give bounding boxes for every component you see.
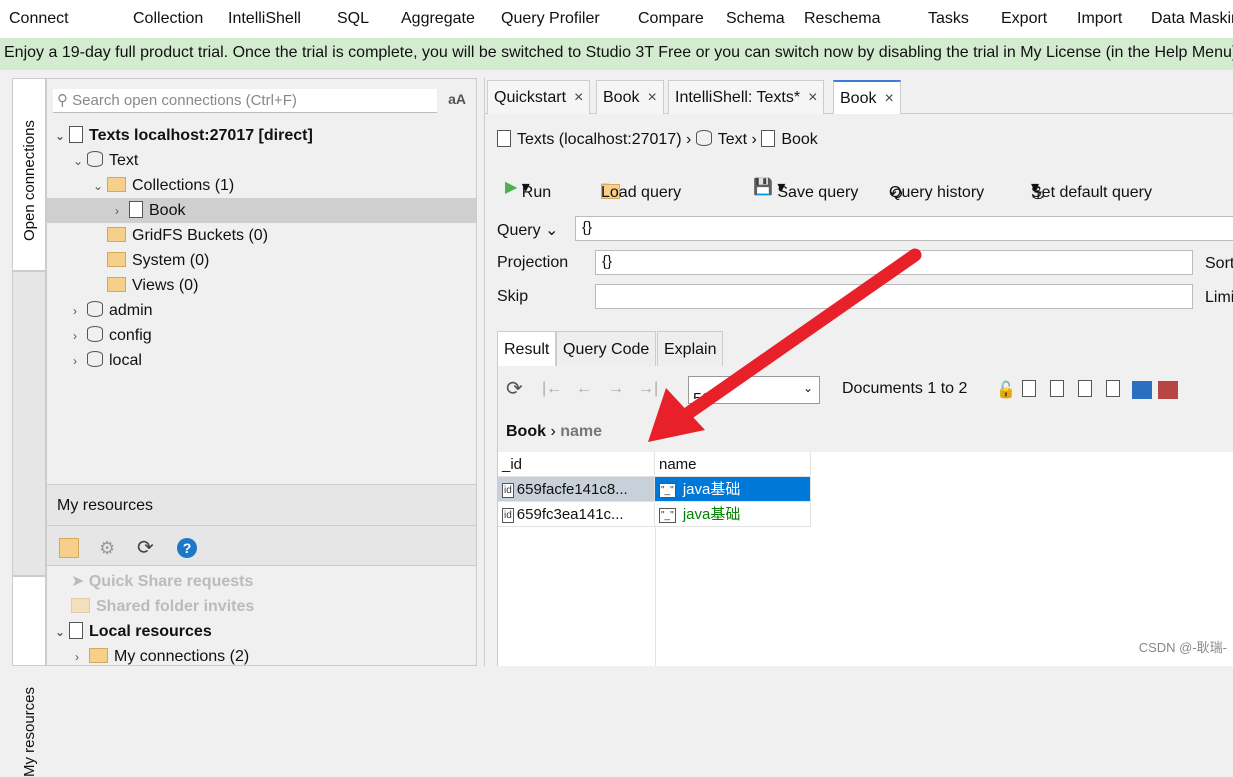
annotation-arrow	[648, 248, 922, 442]
arrow-shaft	[683, 248, 922, 419]
watermark: CSDN @-耿瑞-	[1138, 640, 1227, 655]
